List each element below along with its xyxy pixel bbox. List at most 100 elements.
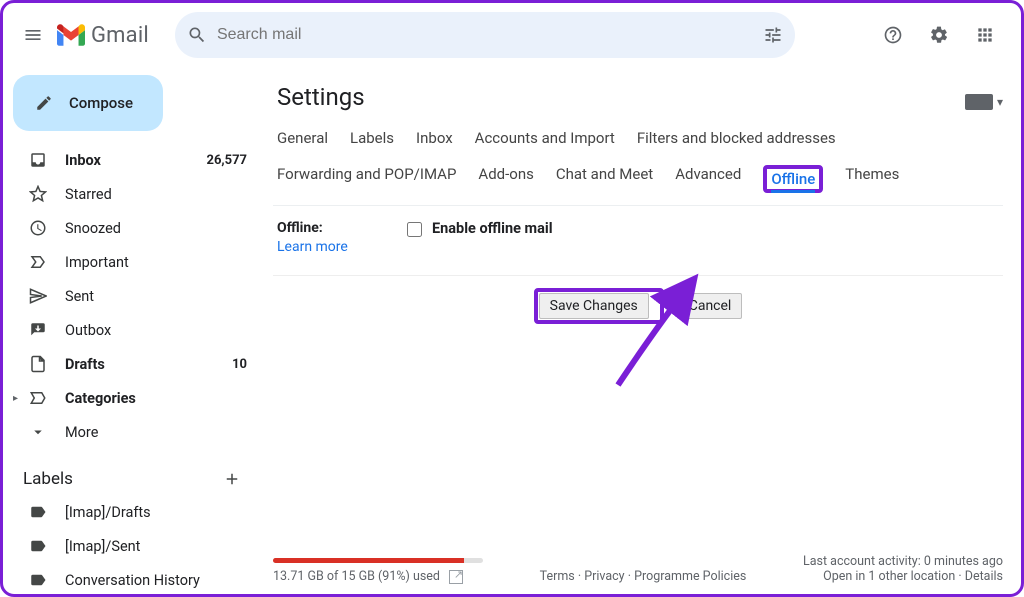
tab-forwarding-and-pop-imap[interactable]: Forwarding and POP/IMAP [277,165,456,193]
gear-icon [929,25,949,45]
sidebar-item-label: More [65,424,247,441]
sidebar-item-label: Outbox [65,322,247,339]
compose-label: Compose [69,94,133,112]
sidebar-item-label: Important [65,254,247,271]
clock-icon [29,219,47,237]
sidebar: Compose Inbox26,577 Starred Snoozed Importa… [3,67,259,594]
caret-right-icon: ▸ [13,393,18,404]
page-title: Settings [277,83,365,111]
drafts-icon [29,355,47,373]
external-link-icon[interactable] [449,570,463,584]
expand-icon [29,423,47,441]
label-icon [29,503,47,521]
open-locations-link[interactable]: Open in 1 other location [823,569,955,584]
help-button[interactable] [873,15,913,55]
sidebar-item-label: Drafts [65,356,232,373]
category-icon [29,389,47,407]
highlight-save: Save Changes [534,288,664,324]
sidebar-item-categories[interactable]: ▸ Categories [3,381,259,415]
search-icon [187,25,207,45]
save-button[interactable]: Save Changes [539,293,649,319]
label-item[interactable]: Conversation History [3,563,259,597]
cancel-button[interactable]: Cancel [678,293,743,319]
star-icon [29,185,47,203]
sidebar-item-label: Sent [65,288,247,305]
app-header: Gmail [3,3,1021,67]
sidebar-item-drafts[interactable]: Drafts10 [3,347,259,381]
tab-inbox[interactable]: Inbox [416,129,453,147]
plus-icon[interactable] [223,470,241,488]
tab-advanced[interactable]: Advanced [675,165,741,193]
sidebar-item-snoozed[interactable]: Snoozed [3,211,259,245]
policies-link[interactable]: Programme Policies [634,569,746,584]
tab-general[interactable]: General [277,129,328,147]
sidebar-item-starred[interactable]: Starred [3,177,259,211]
apps-grid-icon [975,25,995,45]
button-row: Save Changes Cancel [273,276,1003,354]
keyboard-icon [965,94,993,110]
label-item[interactable]: [Imap]/Drafts [3,495,259,529]
footer: 13.71 GB of 15 GB (91%) used Terms · Pri… [273,554,1003,584]
tab-filters-and-blocked-addresses[interactable]: Filters and blocked addresses [637,129,836,147]
sidebar-item-outbox[interactable]: Outbox [3,313,259,347]
terms-link[interactable]: Terms [540,569,575,584]
inbox-icon [29,151,47,169]
sidebar-item-label: Categories [65,390,247,407]
tab-add-ons[interactable]: Add-ons [478,165,533,193]
details-link[interactable]: Details [965,569,1003,584]
caret-down-icon: ▾ [997,95,1003,109]
learn-more-link[interactable]: Learn more [277,239,348,255]
hamburger-icon [23,25,43,45]
help-icon [883,25,903,45]
tab-accounts-and-import[interactable]: Accounts and Import [475,129,615,147]
privacy-link[interactable]: Privacy [584,569,624,584]
tab-offline[interactable]: Offline [771,170,815,193]
header-actions [873,15,1011,55]
apps-button[interactable] [965,15,1005,55]
tab-labels[interactable]: Labels [350,129,394,147]
label-icon [29,571,47,589]
sidebar-item-sent[interactable]: Sent [3,279,259,313]
sidebar-item-label: Starred [65,186,247,203]
label-item-text: [Imap]/Drafts [65,504,247,521]
gmail-logo[interactable]: Gmail [57,23,149,48]
send-icon [29,287,47,305]
gmail-wordmark: Gmail [91,23,149,48]
gmail-m-icon [57,24,85,46]
tab-chat-and-meet[interactable]: Chat and Meet [556,165,653,193]
storage-bar [273,558,483,563]
sidebar-item-inbox[interactable]: Inbox26,577 [3,143,259,177]
search-bar[interactable] [175,12,795,58]
menu-button[interactable] [13,15,53,55]
sidebar-item-count: 26,577 [207,153,248,168]
offline-section: Offline: Learn more Enable offline mail [273,206,1003,276]
labels-heading: Labels [23,469,73,489]
activity-line1: Last account activity: 0 minutes ago [803,554,1003,569]
tune-icon[interactable] [763,25,783,45]
offline-heading: Offline: [277,220,407,236]
input-tool-selector[interactable]: ▾ [965,94,1003,110]
search-input[interactable] [217,26,763,44]
settings-tabs: General Labels Inbox Accounts and Import Fil… [273,125,1003,206]
storage-text: 13.71 GB of 15 GB (91%) used [273,569,440,584]
outbox-icon [29,321,47,339]
sidebar-item-label: Snoozed [65,220,247,237]
label-item-text: Conversation History [65,572,247,589]
sidebar-item-label: Inbox [65,152,207,169]
sidebar-item-count: 10 [232,357,247,372]
highlight-tab[interactable]: Offline [763,165,823,193]
label-icon [29,537,47,555]
tab-themes[interactable]: Themes [845,165,899,193]
sidebar-item-more[interactable]: More [3,415,259,449]
enable-offline-label: Enable offline mail [432,220,553,237]
sidebar-item-important[interactable]: Important [3,245,259,279]
label-item-text: [Imap]/Sent [65,538,247,555]
compose-button[interactable]: Compose [13,75,163,131]
pencil-icon [35,94,53,112]
label-item[interactable]: [Imap]/Sent [3,529,259,563]
settings-button[interactable] [919,15,959,55]
settings-panel: Settings ▾ General Labels Inbox Accounts an… [259,67,1021,594]
storage-block: 13.71 GB of 15 GB (91%) used [273,558,483,584]
enable-offline-checkbox[interactable] [407,222,422,237]
important-icon [29,253,47,271]
